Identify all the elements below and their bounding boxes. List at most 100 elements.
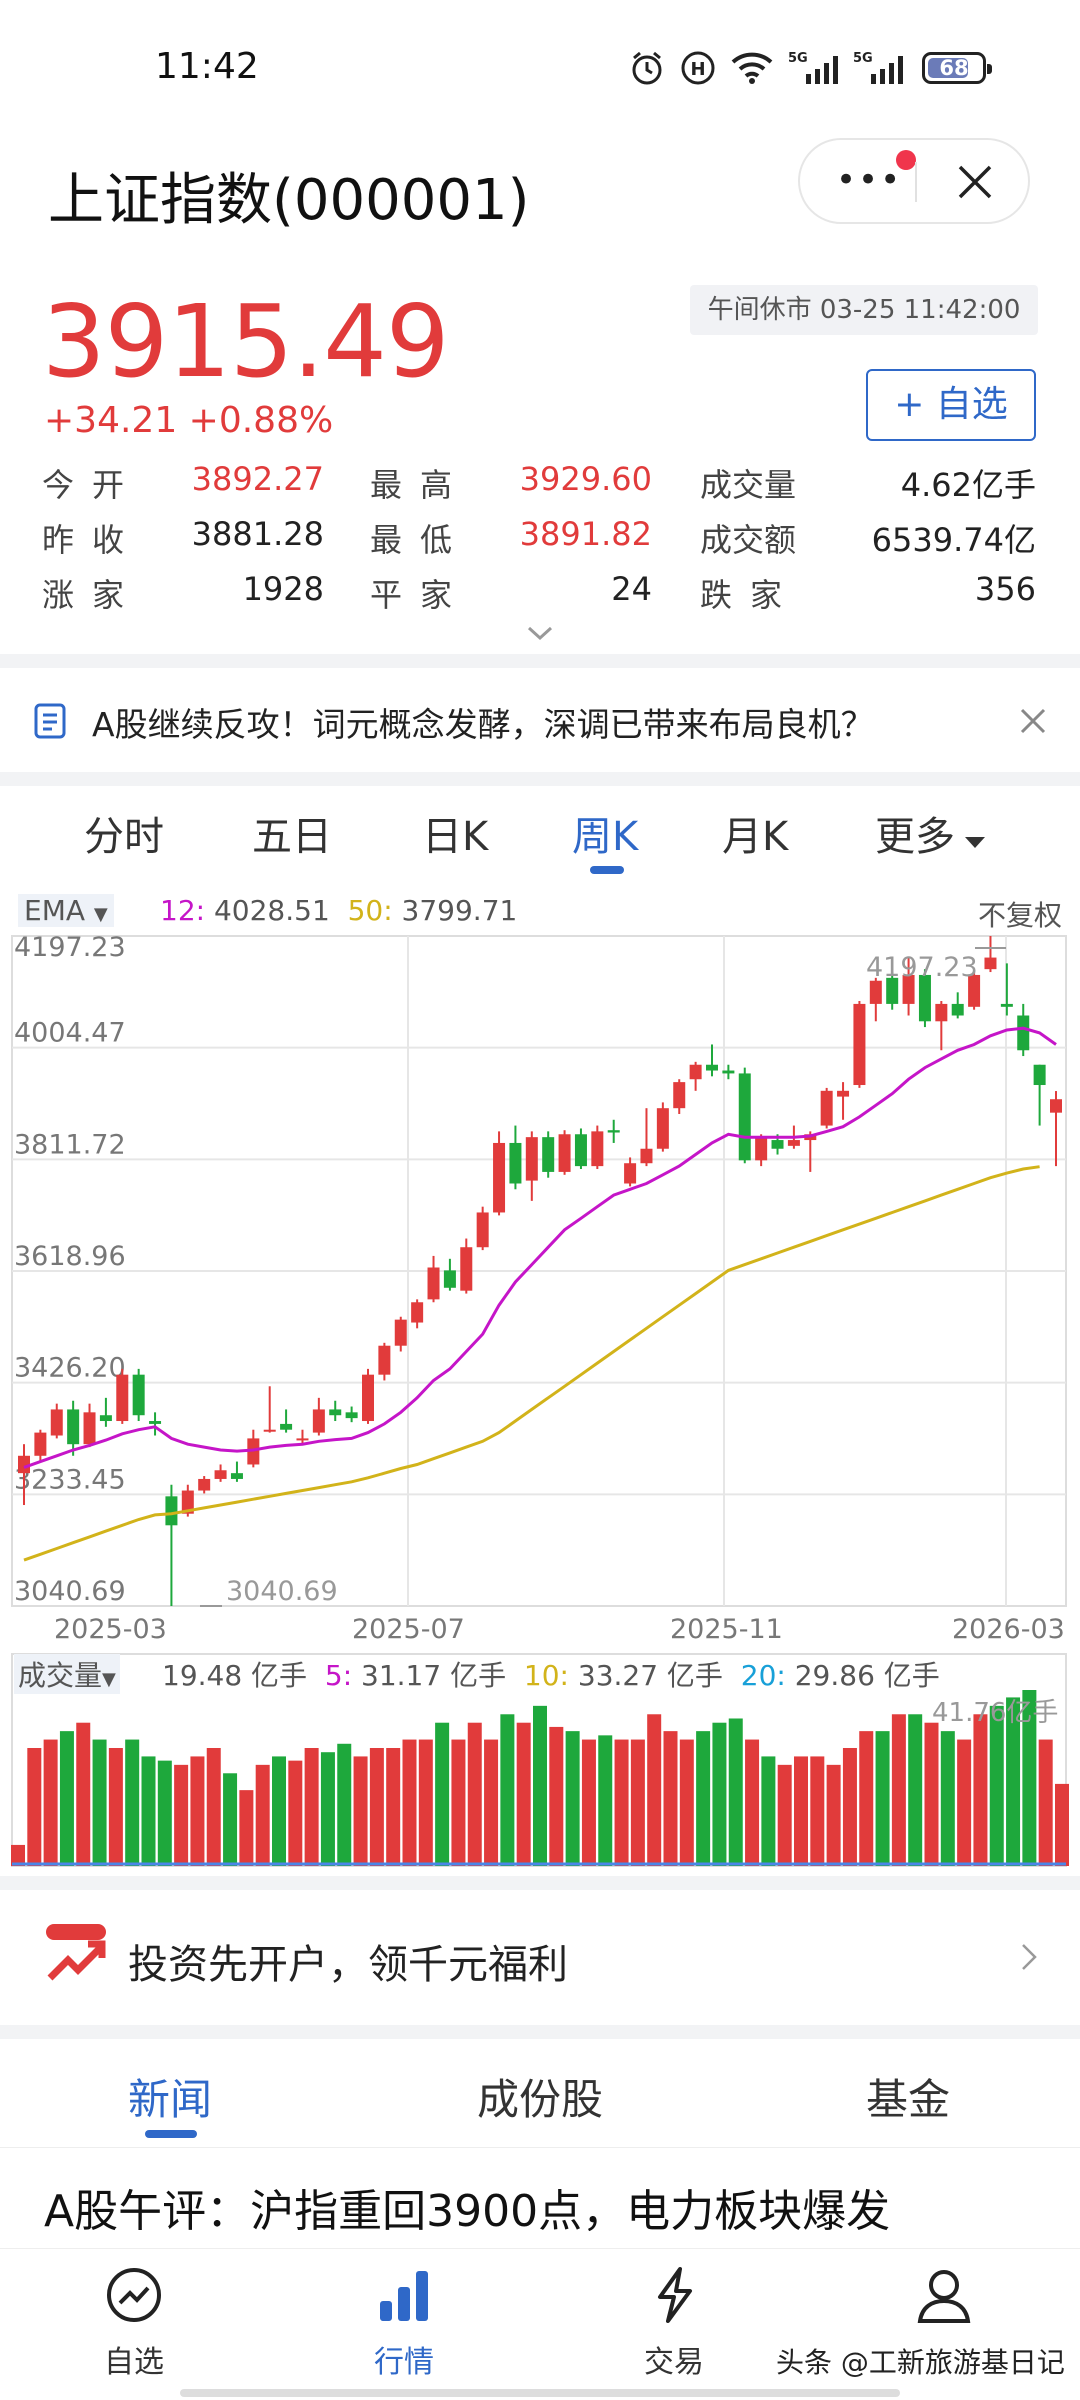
nav-watchlist[interactable]: 自选 xyxy=(54,2265,214,2381)
kline-svg: 4197.23 4004.47 3811.72 3618.96 3426.20 3233.… xyxy=(11,932,1069,1867)
chevron-down-icon[interactable] xyxy=(526,625,554,643)
candle-body xyxy=(591,1131,604,1167)
more-button[interactable]: ••• xyxy=(800,140,916,222)
home-indicator[interactable] xyxy=(180,2389,900,2397)
news-banner[interactable]: A股继续反攻！词元概念发酵，深调已带来布局良机？ xyxy=(0,668,1080,772)
stat-label: 涨家 xyxy=(42,576,143,614)
nav-me[interactable] xyxy=(864,2265,1024,2329)
volume-bar xyxy=(516,1722,531,1866)
vol5-value: 31.17 亿手 xyxy=(361,1659,507,1692)
svg-text:5G: 5G xyxy=(788,51,808,66)
volume-selector[interactable]: 成交量▼ xyxy=(14,1654,120,1694)
volume-bar xyxy=(304,1747,319,1866)
volume-bar xyxy=(630,1739,645,1866)
nav-trade[interactable]: 交易 xyxy=(594,2265,754,2381)
volume-bar xyxy=(157,1760,172,1866)
volume-bar xyxy=(794,1756,808,1866)
bottom-nav: 自选 行情 交易 头条 @工新旅游基日记 xyxy=(0,2248,1080,2400)
volume-bar xyxy=(125,1739,140,1866)
volume-bar xyxy=(418,1739,433,1866)
volume-bar xyxy=(924,1722,939,1866)
vol20-value: 29.86 亿手 xyxy=(794,1659,940,1692)
news-headline[interactable]: A股午评：沪指重回3900点，电力板块爆发 xyxy=(44,2175,890,2239)
active-tab-indicator xyxy=(145,2130,197,2138)
nav-market[interactable]: 行情 xyxy=(324,2265,484,2381)
candle-body xyxy=(149,1421,162,1424)
candle-body xyxy=(411,1302,424,1323)
candle-body xyxy=(755,1137,768,1161)
clock: 11:42 xyxy=(155,46,259,87)
adjust-mode[interactable]: 不复权 xyxy=(978,894,1062,934)
volume-bar xyxy=(908,1714,923,1866)
candle-body xyxy=(116,1374,129,1422)
x-tick-label: 2025-07 xyxy=(352,1614,465,1645)
volume-bar xyxy=(141,1756,156,1866)
stat-row: 涨家 1928 平家 24 跌家 356 xyxy=(0,570,1080,620)
volume-bar xyxy=(255,1764,270,1866)
volume-bar xyxy=(500,1714,515,1866)
ema-label: EMA xyxy=(24,894,86,927)
ema-values: 12: 4028.51 50: 3799.71 xyxy=(160,894,517,927)
candle-body xyxy=(656,1108,669,1149)
close-icon[interactable] xyxy=(1020,708,1046,734)
candle-body xyxy=(83,1412,96,1445)
tab-weekly-k[interactable]: 周K xyxy=(572,804,638,862)
candle-body xyxy=(1050,1099,1062,1113)
volume-total: 19.48 亿手 xyxy=(162,1659,308,1692)
current-price: 3915.49 xyxy=(42,283,450,400)
tab-daily-k[interactable]: 日K xyxy=(422,804,488,862)
candle-body xyxy=(853,1003,866,1086)
ema50-key: 50: xyxy=(347,894,393,927)
caret-down-icon xyxy=(965,837,985,848)
volume-bar xyxy=(272,1756,286,1866)
volume-bar xyxy=(174,1764,189,1866)
y-tick-label: 3618.96 xyxy=(14,1241,126,1272)
volume-bar xyxy=(826,1764,841,1866)
vol20-key: 20: xyxy=(740,1659,786,1692)
volume-bar xyxy=(777,1764,792,1866)
volume-bar xyxy=(1055,1783,1069,1866)
candle-body xyxy=(165,1496,178,1526)
stat-value: 3929.60 xyxy=(519,460,652,498)
tab-minute[interactable]: 分时 xyxy=(84,804,164,862)
volume-bar xyxy=(842,1747,857,1866)
candle-body xyxy=(820,1090,833,1126)
volume-bar xyxy=(1038,1739,1053,1866)
notification-dot xyxy=(896,150,916,170)
kline-chart[interactable]: 4197.23 4004.47 3811.72 3618.96 3426.20 3233.… xyxy=(0,886,1080,1876)
tab-monthly-k[interactable]: 月K xyxy=(722,804,788,862)
nav-label: 自选 xyxy=(104,2345,164,2380)
section-divider xyxy=(0,654,1080,668)
chart-period-tabs: 分时 五日 日K 周K 月K 更多 xyxy=(0,786,1080,886)
candle-body xyxy=(984,957,997,970)
candle-body xyxy=(230,1473,243,1479)
close-button[interactable] xyxy=(920,140,1028,222)
volume-bar xyxy=(223,1773,238,1866)
tab-five-day[interactable]: 五日 xyxy=(252,804,332,862)
ema-selector[interactable]: EMA ▼ xyxy=(18,894,114,927)
caret-down-icon: ▼ xyxy=(102,1669,116,1690)
tab-constituents[interactable]: 成份股 xyxy=(440,2066,640,2127)
candle-body xyxy=(476,1212,489,1248)
volume-bar xyxy=(679,1739,694,1866)
candle-body xyxy=(493,1142,506,1213)
stat-label: 今开 xyxy=(42,466,143,504)
tab-funds[interactable]: 基金 xyxy=(808,2066,1008,2127)
volume-bar xyxy=(712,1722,727,1866)
stat-value: 356 xyxy=(974,570,1036,608)
volume-bar xyxy=(288,1760,303,1866)
add-watchlist-button[interactable]: + 自选 xyxy=(866,369,1036,441)
candle-body xyxy=(607,1130,620,1133)
candle-body xyxy=(296,1438,309,1441)
chevron-right-icon xyxy=(1022,1944,1037,1970)
candle-body xyxy=(1000,1003,1013,1007)
vol5-key: 5: xyxy=(324,1659,353,1692)
candle-body xyxy=(329,1409,342,1416)
tab-news[interactable]: 新闻 xyxy=(70,2066,270,2127)
stat-label: 成交量 xyxy=(700,466,797,504)
account-promo[interactable]: 投资先开户，领千元福利 xyxy=(0,1890,1080,2025)
volume-bar xyxy=(43,1739,58,1866)
tab-more[interactable]: 更多 xyxy=(875,804,987,862)
nav-label: 交易 xyxy=(644,2345,704,2380)
volume-bar xyxy=(940,1731,955,1866)
